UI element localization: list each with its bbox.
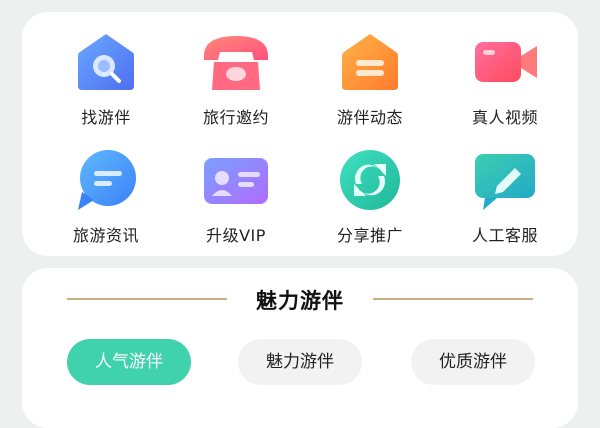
- section-header: 魅力游伴: [22, 285, 578, 313]
- feature-grid: 找游伴 旅行邀约 游伴动态 真人视频 旅游资讯 升级VIP 分享推广 人工客服: [22, 12, 578, 256]
- charm-companion-section: 魅力游伴 人气游伴 魅力游伴 优质游伴: [22, 268, 578, 428]
- tab-popular-companion[interactable]: 人气游伴: [67, 339, 191, 385]
- share-refresh-icon: [332, 144, 408, 216]
- feature-menu-card: 找游伴 旅行邀约 游伴动态 真人视频 旅游资讯 升级VIP 分享推广 人工客服: [22, 12, 578, 256]
- divider-line-right: [373, 298, 533, 300]
- edit-message-icon: [467, 144, 543, 216]
- tab-charm-companion[interactable]: 魅力游伴: [238, 339, 362, 385]
- id-card-icon: [198, 144, 274, 216]
- menu-item-travel-invite[interactable]: 旅行邀约: [171, 12, 301, 127]
- menu-item-label: 真人视频: [471, 108, 538, 127]
- tab-quality-companion[interactable]: 优质游伴: [411, 339, 535, 385]
- video-camera-icon: [467, 26, 543, 98]
- menu-item-share-promote[interactable]: 分享推广: [305, 130, 435, 245]
- menu-item-find-companion[interactable]: 找游伴: [41, 12, 171, 127]
- menu-item-label: 分享推广: [336, 226, 403, 245]
- menu-item-label: 人工客服: [471, 226, 538, 245]
- menu-item-label: 找游伴: [81, 108, 131, 127]
- menu-item-companion-feed[interactable]: 游伴动态: [305, 12, 435, 127]
- menu-item-travel-news[interactable]: 旅游资讯: [41, 130, 171, 245]
- menu-item-label: 旅游资讯: [72, 226, 139, 245]
- menu-item-label: 旅行邀约: [202, 108, 269, 127]
- menu-item-customer-service[interactable]: 人工客服: [440, 130, 570, 245]
- house-search-icon: [68, 26, 144, 98]
- telephone-icon: [198, 26, 274, 98]
- house-card-icon: [332, 26, 408, 98]
- menu-item-live-video[interactable]: 真人视频: [440, 12, 570, 127]
- section-title: 魅力游伴: [256, 289, 344, 313]
- menu-item-upgrade-vip[interactable]: 升级VIP: [171, 130, 301, 245]
- menu-item-label: 游伴动态: [336, 108, 403, 127]
- chat-bubble-icon: [68, 144, 144, 216]
- menu-item-label: 升级VIP: [206, 226, 266, 245]
